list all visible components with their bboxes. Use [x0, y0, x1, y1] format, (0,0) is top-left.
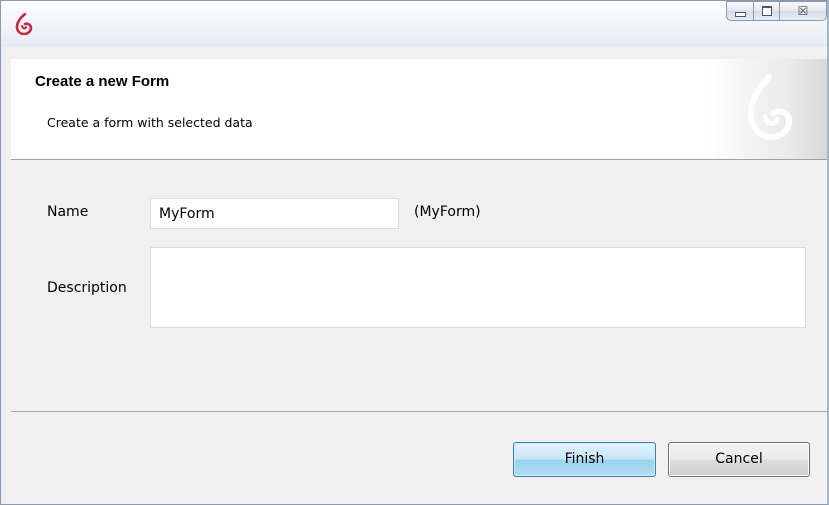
header-divider	[11, 159, 827, 160]
window-controls: ☒	[726, 1, 827, 22]
maximize-button[interactable]	[753, 1, 779, 21]
name-label: Name	[47, 204, 89, 220]
page-title: Create a new Form	[35, 73, 170, 90]
app-logo-icon	[15, 13, 33, 35]
minimize-icon	[734, 11, 746, 17]
name-input[interactable]	[150, 198, 399, 229]
page-subtitle: Create a form with selected data	[47, 115, 253, 130]
header-banner: Create a new Form Create a form with sel…	[11, 59, 827, 159]
banner-logo-icon	[747, 74, 793, 141]
dialog-window: ☒ Create a new Form Create a form with s…	[0, 0, 829, 505]
description-label: Description	[47, 280, 127, 296]
footer-divider	[11, 411, 827, 412]
close-button[interactable]: ☒	[779, 1, 827, 21]
finish-button[interactable]: Finish	[513, 442, 656, 477]
close-icon: ☒	[797, 4, 809, 18]
maximize-icon	[761, 6, 772, 16]
name-hint: (MyForm)	[414, 204, 481, 220]
title-bar[interactable]: ☒	[1, 1, 827, 47]
minimize-button[interactable]	[726, 1, 753, 21]
cancel-button[interactable]: Cancel	[668, 442, 810, 477]
description-input[interactable]	[150, 247, 806, 328]
